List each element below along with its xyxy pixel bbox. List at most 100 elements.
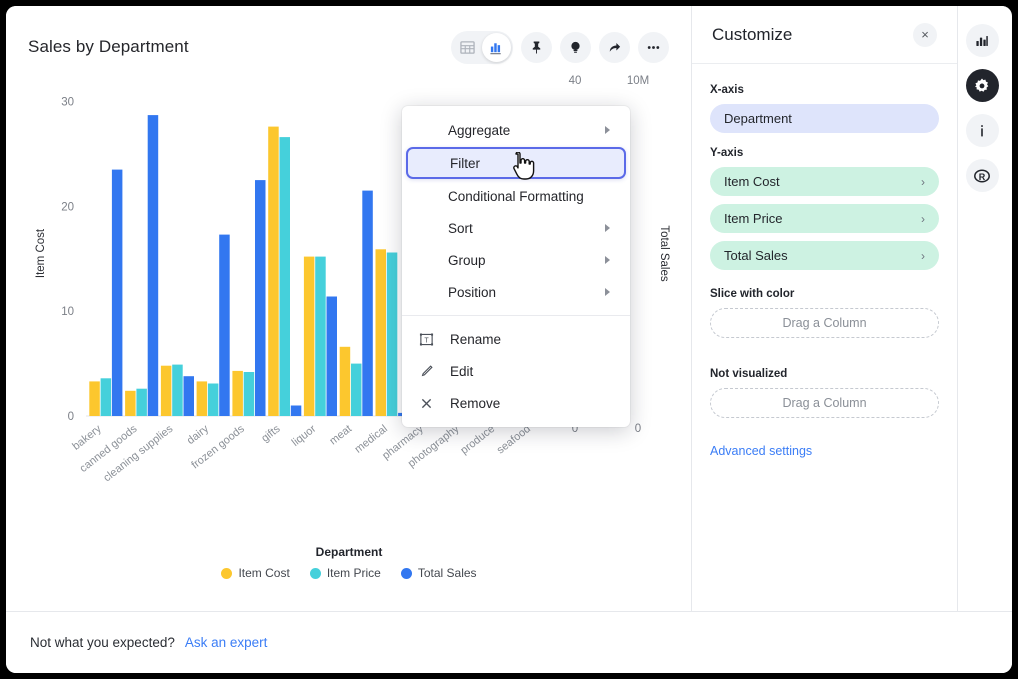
slice-with-color-dropzone[interactable]: Drag a Column: [710, 308, 939, 338]
ask-an-expert-link[interactable]: Ask an expert: [185, 635, 268, 650]
slice-with-color-label: Slice with color: [710, 288, 939, 300]
mouse-cursor: [509, 152, 535, 182]
svg-text:0: 0: [635, 423, 641, 435]
rail-chart-icon[interactable]: [966, 24, 999, 57]
svg-text:Total Sales: Total Sales: [658, 225, 670, 282]
legend-label: Item Price: [327, 566, 381, 580]
chip-label: Item Price: [724, 211, 783, 226]
chevron-right-icon: [605, 224, 610, 232]
x-axis-chip-list: Department: [710, 104, 939, 133]
chevron-right-icon: [605, 126, 610, 134]
chart-toolbar: [451, 31, 669, 64]
svg-text:liquor: liquor: [290, 423, 319, 449]
svg-text:0: 0: [68, 411, 74, 423]
legend-color-swatch: [310, 568, 321, 579]
legend-item[interactable]: Total Sales: [401, 566, 477, 580]
main-body: Sales by Department: [6, 6, 1012, 611]
app-window: Sales by Department: [6, 6, 1012, 673]
svg-text:40: 40: [569, 75, 582, 87]
chip-label: Total Sales: [724, 248, 788, 263]
column-chip-item-cost[interactable]: Item Cost ›: [710, 167, 939, 196]
legend-item[interactable]: Item Cost: [221, 566, 289, 580]
chevron-right-icon: [605, 256, 610, 264]
menu-item-group[interactable]: Group: [402, 244, 630, 276]
chip-label: Item Cost: [724, 174, 780, 189]
more-options-icon[interactable]: [638, 32, 669, 63]
not-visualized-label: Not visualized: [710, 368, 939, 380]
svg-text:20: 20: [61, 201, 74, 213]
customize-title: Customize: [712, 25, 792, 45]
menu-item-rename[interactable]: T Rename: [402, 323, 630, 355]
chevron-right-icon: ›: [921, 249, 925, 263]
menu-item-label: Aggregate: [448, 123, 510, 138]
svg-text:Item Cost: Item Cost: [35, 228, 47, 278]
insight-bulb-icon[interactable]: [560, 32, 591, 63]
page-title: Sales by Department: [28, 37, 189, 57]
x-axis-label: X-axis: [710, 84, 939, 96]
svg-text:gifts: gifts: [259, 423, 283, 445]
pin-icon[interactable]: [521, 32, 552, 63]
y-axis-label: Y-axis: [710, 147, 939, 159]
advanced-settings-link[interactable]: Advanced settings: [710, 444, 939, 458]
chevron-right-icon: [605, 288, 610, 296]
share-icon[interactable]: [599, 32, 630, 63]
menu-item-label: Rename: [450, 332, 501, 347]
legend-color-swatch: [401, 568, 412, 579]
svg-text:10: 10: [61, 306, 74, 318]
rename-icon: T: [418, 332, 434, 347]
menu-item-label: Sort: [448, 221, 473, 236]
close-icon[interactable]: ×: [913, 23, 937, 47]
chart-header: Sales by Department: [6, 6, 691, 66]
menu-item-label: Position: [448, 285, 496, 300]
chevron-right-icon: ›: [921, 212, 925, 226]
menu-item-aggregate[interactable]: Aggregate: [402, 114, 630, 146]
chart-pane: Sales by Department: [6, 6, 692, 611]
legend-item-list: Item Cost Item Price Total Sales: [6, 566, 692, 580]
svg-text:R: R: [979, 171, 986, 181]
rail-r-icon[interactable]: R: [966, 159, 999, 192]
svg-text:30: 30: [61, 96, 74, 108]
menu-item-sort[interactable]: Sort: [402, 212, 630, 244]
legend-label: Total Sales: [418, 566, 477, 580]
view-toggle-group: [451, 31, 513, 64]
chart-legend: Department Item Cost Item Price Total Sale…: [6, 545, 692, 580]
not-visualized-dropzone[interactable]: Drag a Column: [710, 388, 939, 418]
svg-text:seafood: seafood: [495, 423, 533, 457]
svg-text:produce: produce: [458, 423, 497, 457]
right-icon-rail: R: [958, 6, 1006, 611]
close-x-icon: [418, 396, 434, 411]
menu-item-position[interactable]: Position: [402, 276, 630, 308]
customize-panel: Customize × X-axis Department Y-axis Ite…: [692, 6, 958, 611]
legend-item[interactable]: Item Price: [310, 566, 381, 580]
menu-item-label: Remove: [450, 396, 500, 411]
footer-bar: Not what you expected? Ask an expert: [6, 611, 1012, 673]
chevron-right-icon: ›: [921, 175, 925, 189]
column-chip-total-sales[interactable]: Total Sales ›: [710, 241, 939, 270]
svg-text:10M: 10M: [627, 75, 649, 87]
menu-item-conditional-formatting[interactable]: Conditional Formatting: [402, 180, 630, 212]
customize-header: Customize ×: [692, 6, 957, 64]
menu-item-label: Filter: [450, 156, 480, 171]
customize-body: X-axis Department Y-axis Item Cost›Item …: [692, 64, 957, 611]
rail-settings-icon[interactable]: [966, 69, 999, 102]
menu-item-remove[interactable]: Remove: [402, 387, 630, 419]
column-chip-department[interactable]: Department: [710, 104, 939, 133]
legend-title: Department: [6, 545, 692, 559]
y-axis-chip-list: Item Cost › Item Price › Total Sales ›: [710, 167, 939, 270]
menu-item-edit[interactable]: Edit: [402, 355, 630, 387]
chip-label: Department: [724, 111, 792, 126]
pencil-icon: [418, 364, 434, 379]
chart-view-icon[interactable]: [482, 33, 511, 62]
menu-item-label: Group: [448, 253, 486, 268]
menu-item-label: Conditional Formatting: [448, 189, 584, 204]
svg-text:dairy: dairy: [185, 423, 212, 447]
footer-text: Not what you expected?: [30, 635, 175, 650]
column-chip-item-price[interactable]: Item Price ›: [710, 204, 939, 233]
svg-text:meat: meat: [327, 423, 354, 448]
legend-color-swatch: [221, 568, 232, 579]
rail-info-icon[interactable]: [966, 114, 999, 147]
legend-label: Item Cost: [238, 566, 289, 580]
table-view-icon[interactable]: [453, 33, 482, 62]
svg-text:T: T: [424, 337, 429, 344]
menu-item-label: Edit: [450, 364, 473, 379]
